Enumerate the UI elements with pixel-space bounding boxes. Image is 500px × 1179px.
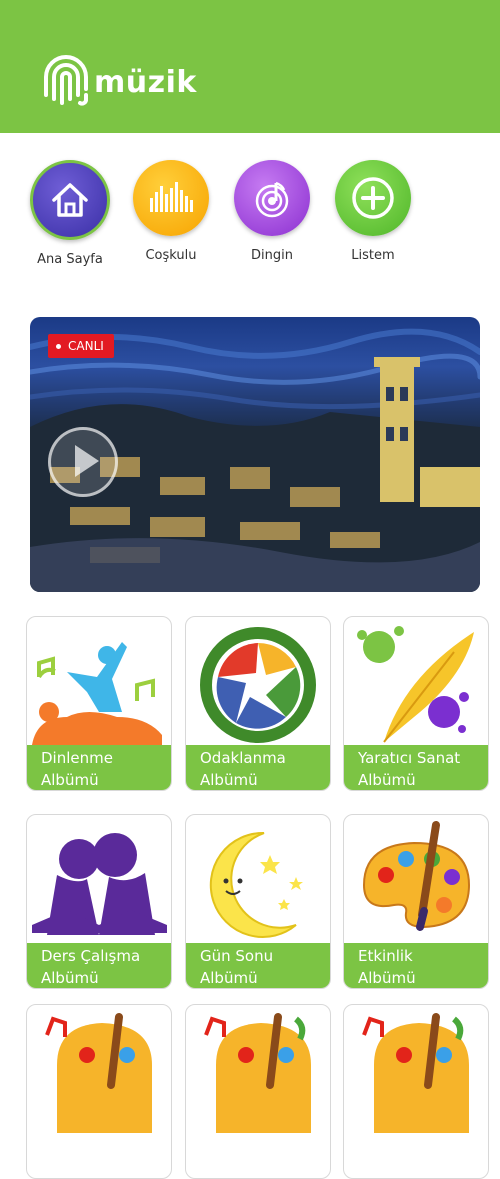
album-subtitle: Albümü <box>358 771 416 789</box>
calm-button[interactable] <box>234 160 310 236</box>
album-label: Dinlenme Albümü <box>27 745 171 790</box>
paint-palette-icon <box>45 1013 152 1133</box>
camera-aperture-icon <box>200 627 316 743</box>
live-badge: CANLI <box>48 334 114 358</box>
album-title: Dinlenme <box>41 749 113 767</box>
nav-label: Coşkulu <box>145 248 197 263</box>
reading-children-icon <box>32 833 167 935</box>
paint-palette-icon <box>204 1013 311 1133</box>
my-list-button[interactable] <box>335 160 411 236</box>
album-card-odaklanma[interactable]: Odaklanma Albümü <box>185 616 331 791</box>
album-title: Gün Sonu <box>200 947 274 965</box>
home-icon <box>52 183 88 217</box>
album-card-dinlenme[interactable]: Dinlenme Albümü <box>26 616 172 791</box>
album-label: Odaklanma Albümü <box>186 745 330 790</box>
album-title: Odaklanma <box>200 749 286 767</box>
album-subtitle: Albümü <box>358 969 416 987</box>
energetic-button[interactable] <box>133 160 209 236</box>
paint-palette-icon <box>362 821 471 931</box>
album-label: Gün Sonu Albümü <box>186 943 330 988</box>
app-logo[interactable]: müzik <box>40 54 197 110</box>
album-card-gun-sonu[interactable]: Gün Sonu Albümü <box>185 814 331 989</box>
app-header: müzik <box>0 0 500 133</box>
album-subtitle: Albümü <box>200 771 258 789</box>
home-button[interactable] <box>30 160 110 240</box>
album-label: Etkinlik Albümü <box>344 943 488 988</box>
nav-label: Listem <box>351 248 395 263</box>
album-subtitle: Albümü <box>200 969 258 987</box>
album-card-partial[interactable] <box>185 1004 331 1179</box>
album-label: Ders Çalışma Albümü <box>27 943 171 988</box>
category-nav: Ana Sayfa Coşkulu Dingin Listem <box>0 160 500 270</box>
album-card-ders-calisma[interactable]: Ders Çalışma Albümü <box>26 814 172 989</box>
fingerprint-logo-icon <box>44 55 88 106</box>
play-button[interactable] <box>48 427 118 497</box>
relaxing-child-icon <box>32 642 162 745</box>
live-dot <box>56 343 61 349</box>
equalizer-icon <box>150 182 193 212</box>
nav-item-coskulu[interactable]: Coşkulu <box>121 160 221 263</box>
album-card-etkinlik[interactable]: Etkinlik Albümü <box>343 814 489 989</box>
album-title: Ders Çalışma <box>41 947 141 965</box>
nav-item-listem[interactable]: Listem <box>323 160 423 263</box>
nav-label: Ana Sayfa <box>37 252 103 267</box>
live-banner[interactable]: CANLI <box>30 317 480 592</box>
music-note-icon <box>255 181 289 218</box>
album-title: Yaratıcı Sanat <box>358 749 461 767</box>
album-title: Etkinlik <box>358 947 413 965</box>
nav-item-ana-sayfa[interactable]: Ana Sayfa <box>20 160 120 267</box>
app-name: müzik <box>94 64 197 100</box>
album-card-partial[interactable] <box>26 1004 172 1179</box>
feather-paint-icon <box>357 626 474 743</box>
moon-stars-icon <box>209 831 303 938</box>
album-card-partial[interactable] <box>343 1004 489 1179</box>
album-label: Yaratıcı Sanat Albümü <box>344 745 488 790</box>
live-label: CANLI <box>68 339 104 353</box>
paint-palette-icon <box>362 1013 469 1133</box>
nav-label: Dingin <box>251 248 293 263</box>
album-subtitle: Albümü <box>41 969 99 987</box>
nav-item-dingin[interactable]: Dingin <box>222 160 322 263</box>
album-card-yaratici-sanat[interactable]: Yaratıcı Sanat Albümü <box>343 616 489 791</box>
album-subtitle: Albümü <box>41 771 99 789</box>
plus-icon <box>352 177 394 219</box>
